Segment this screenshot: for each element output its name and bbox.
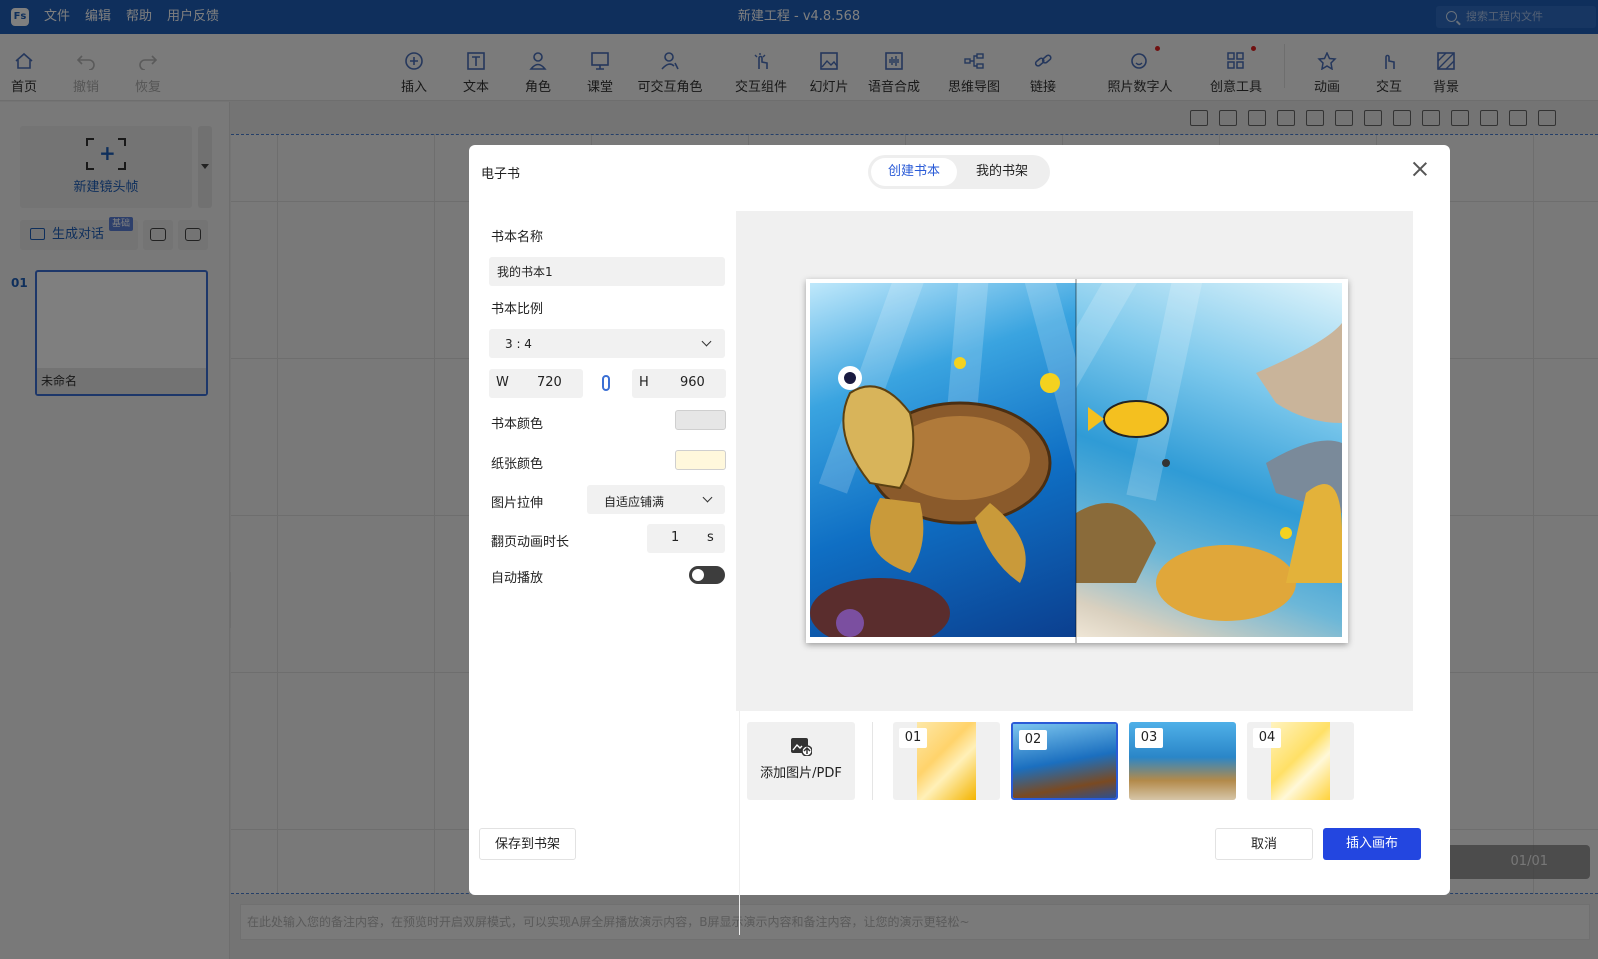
flip-duration-value: 1 (671, 530, 680, 545)
tab-create-book[interactable]: 创建书本 (871, 158, 957, 186)
book-color-swatch[interactable] (675, 410, 726, 430)
thumbnail-number: 02 (1019, 730, 1047, 750)
flip-duration-unit: s (707, 530, 714, 545)
thumbnail-number: 01 (899, 728, 927, 748)
flip-duration-field[interactable]: 1 s (647, 524, 725, 553)
paper-color-swatch[interactable] (675, 450, 726, 470)
stretch-select[interactable]: 自适应铺满 (587, 485, 725, 514)
page-thumbnail-01[interactable]: 01 (893, 722, 1000, 800)
book-name-field[interactable] (489, 257, 725, 286)
book-spread (806, 279, 1348, 643)
coral-reef-illustration (1076, 323, 1342, 621)
autoplay-label: 自动播放 (491, 571, 544, 586)
tab-my-shelf[interactable]: 我的书架 (959, 158, 1045, 186)
width-field[interactable]: W 720 (489, 369, 583, 398)
close-icon[interactable] (1412, 161, 1428, 177)
book-name-label: 书本名称 (491, 230, 544, 245)
book-color-label: 书本颜色 (491, 417, 544, 432)
height-field[interactable]: H 960 (632, 369, 726, 398)
stretch-value: 自适应铺满 (604, 495, 665, 509)
chevron-down-icon (702, 492, 713, 503)
link-ratio-icon[interactable] (602, 375, 610, 391)
dialog-tabs: 创建书本 我的书架 (868, 155, 1050, 189)
height-value: 960 (680, 375, 705, 390)
autoplay-toggle[interactable] (689, 566, 725, 584)
flip-duration-label: 翻页动画时长 (491, 535, 570, 550)
add-image-label: 添加图片/PDF (760, 766, 842, 781)
insert-canvas-button[interactable]: 插入画布 (1323, 828, 1421, 860)
sea-turtle-illustration (810, 357, 1060, 637)
book-preview (736, 211, 1413, 711)
ratio-value: 3 : 4 (505, 337, 532, 351)
book-page-right (1076, 283, 1342, 637)
thumb-divider (872, 722, 873, 800)
ratio-label: 书本比例 (491, 302, 544, 317)
thumbnail-number: 04 (1253, 728, 1281, 748)
width-value: 720 (537, 375, 562, 390)
book-spine (1075, 279, 1077, 643)
book-page-left (810, 283, 1076, 637)
cancel-button[interactable]: 取消 (1215, 828, 1313, 860)
paper-color-label: 纸张颜色 (491, 457, 544, 472)
page-thumbnail-03[interactable]: 03 (1129, 722, 1236, 800)
dialog-title: 电子书 (481, 167, 521, 182)
ratio-select[interactable]: 3 : 4 (489, 329, 725, 358)
page-thumbnail-02[interactable]: 02 (1011, 722, 1118, 800)
height-label: H (639, 375, 649, 390)
add-photo-icon (790, 736, 813, 757)
book-name-input[interactable] (489, 257, 725, 286)
stretch-label: 图片拉伸 (491, 496, 544, 511)
ebook-dialog: 电子书 创建书本 我的书架 书本名称 书本比例 3 : 4 W 720 H 96… (469, 145, 1450, 935)
width-label: W (496, 375, 509, 390)
page-thumbnail-04[interactable]: 04 (1247, 722, 1354, 800)
save-to-shelf-button[interactable]: 保存到书架 (479, 828, 576, 860)
chevron-down-icon (701, 336, 712, 347)
add-image-pdf-button[interactable]: 添加图片/PDF (747, 722, 855, 800)
thumbnail-number: 03 (1135, 728, 1163, 748)
